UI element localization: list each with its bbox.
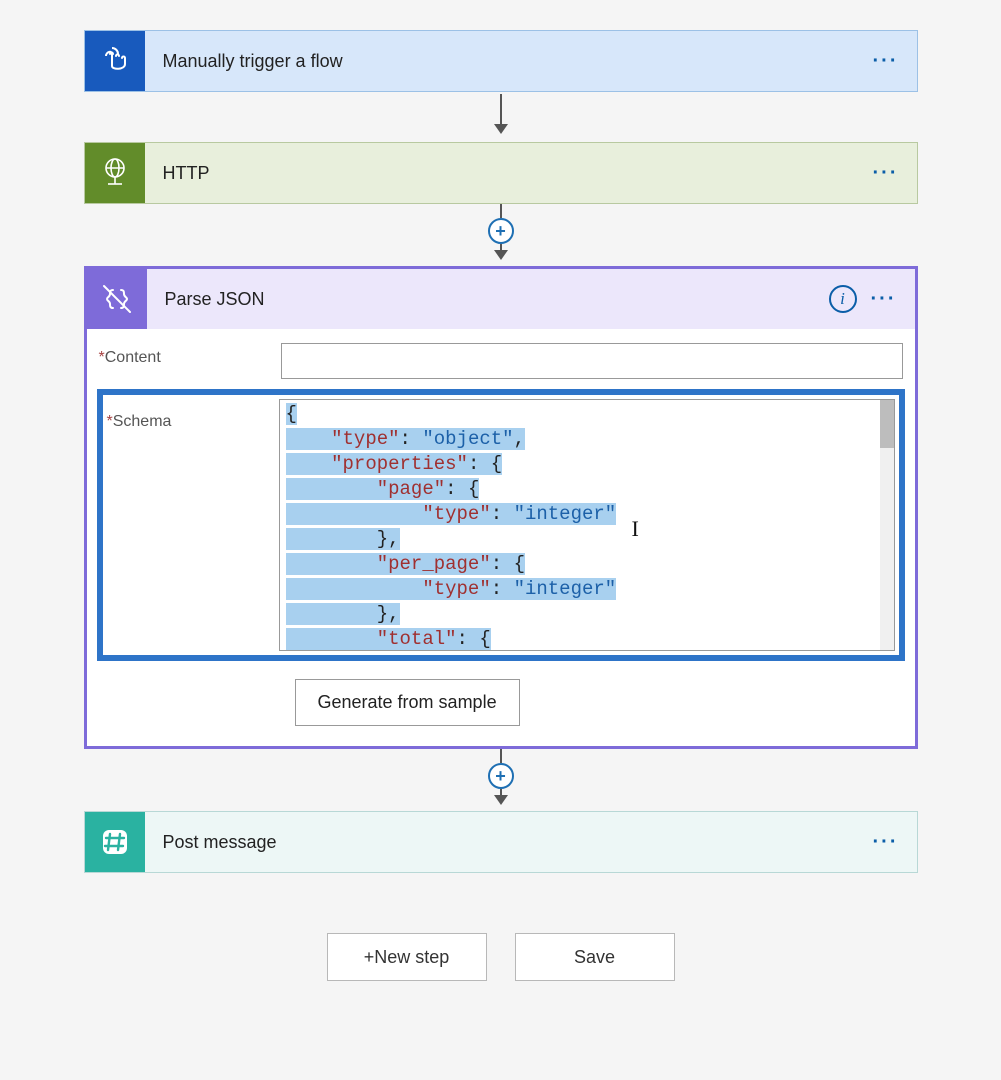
step-http[interactable]: HTTP ··· (84, 142, 918, 204)
scrollbar-thumb[interactable] (880, 400, 894, 448)
braces-icon (87, 269, 147, 329)
save-button[interactable]: Save (515, 933, 675, 981)
content-input[interactable] (281, 343, 903, 379)
schema-label: Schema (113, 413, 172, 430)
add-step-icon[interactable]: + (488, 218, 514, 244)
step-trigger[interactable]: Manually trigger a flow ··· (84, 30, 918, 92)
schema-input[interactable]: { "type": "object", "properties": { "pag… (279, 399, 895, 651)
connector-add: + (488, 204, 514, 258)
touch-icon (85, 31, 145, 91)
schema-highlight: *Schema { "type": "object", "properties"… (97, 389, 905, 661)
content-field-row: *Content (87, 329, 915, 385)
arrow-down-icon (500, 94, 502, 132)
globe-icon (85, 143, 145, 203)
new-step-button[interactable]: New step (327, 933, 487, 981)
content-label: Content (105, 349, 161, 366)
more-icon[interactable]: ··· (873, 831, 899, 854)
connector-add: + (488, 749, 514, 803)
hash-icon (85, 812, 145, 872)
more-icon[interactable]: ··· (871, 288, 897, 311)
info-icon[interactable]: i (829, 285, 857, 313)
footer-buttons: New step Save (84, 933, 918, 981)
step-title: Manually trigger a flow (145, 51, 873, 72)
step-title: Post message (145, 832, 873, 853)
add-step-icon[interactable]: + (488, 763, 514, 789)
generate-from-sample-button[interactable]: Generate from sample (295, 679, 520, 726)
step-title: Parse JSON (147, 289, 829, 310)
step-post-message[interactable]: Post message ··· (84, 811, 918, 873)
flow-canvas: Manually trigger a flow ··· HTTP ··· (0, 0, 1001, 981)
step-title: HTTP (145, 163, 873, 184)
text-cursor-icon: I (632, 516, 639, 541)
step-parse-json: Parse JSON i ··· *Content *Schema (84, 266, 918, 749)
more-icon[interactable]: ··· (873, 162, 899, 185)
step-header[interactable]: Parse JSON i ··· (87, 269, 915, 329)
more-icon[interactable]: ··· (873, 50, 899, 73)
step-body: *Content *Schema { "type": "object", "pr… (87, 329, 915, 746)
